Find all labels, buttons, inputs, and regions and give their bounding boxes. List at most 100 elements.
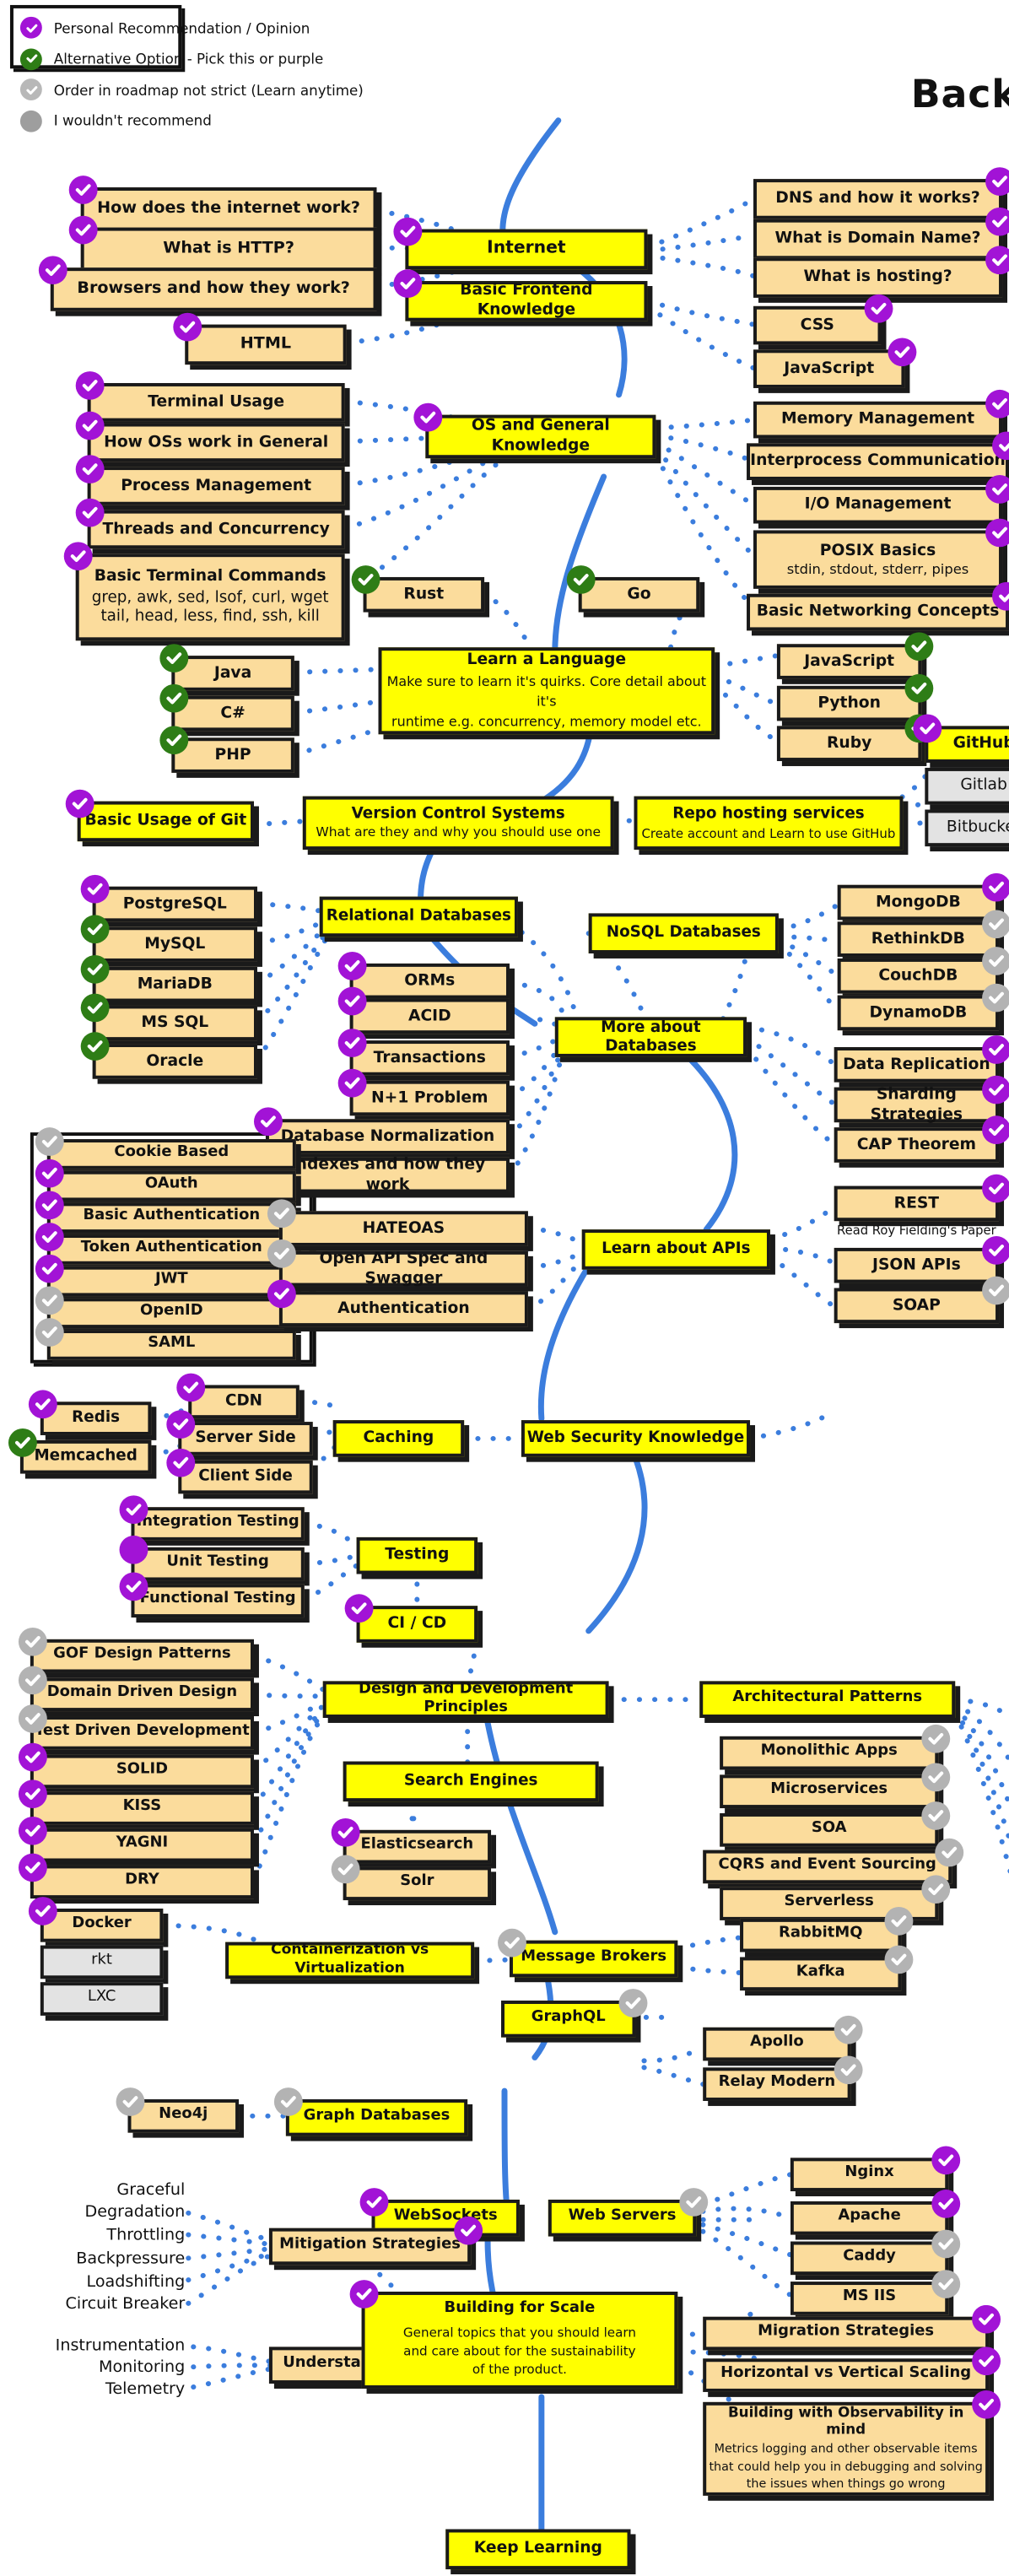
node-containerization[interactable]: Containerization vs Virtualization bbox=[225, 1941, 475, 1979]
node-java[interactable]: Java bbox=[159, 644, 294, 691]
node-github[interactable]: GitHub bbox=[913, 714, 1009, 764]
node-authentication[interactable]: Authentication bbox=[267, 1279, 528, 1327]
node-testing[interactable]: Testing bbox=[356, 1536, 478, 1574]
node-dynamodb[interactable]: DynamoDB bbox=[837, 983, 1009, 1031]
node-message-brokers[interactable]: Message Brokers bbox=[498, 1928, 678, 1978]
node-io-mgmt[interactable]: I/O Management bbox=[753, 475, 1009, 524]
node-arch-patterns[interactable]: Architectural Patterns bbox=[699, 1681, 956, 1718]
node-threads[interactable]: Threads and Concurrency bbox=[75, 498, 345, 549]
node-python[interactable]: Python bbox=[776, 673, 934, 721]
node-acid[interactable]: ACID bbox=[337, 986, 510, 1034]
node-sharding[interactable]: Sharding Strategies bbox=[834, 1075, 1009, 1123]
node-learn-language[interactable]: Learn a Language Make sure to learn it's… bbox=[378, 647, 715, 735]
node-indexes[interactable]: Indexes and how they work bbox=[253, 1145, 510, 1193]
node-kiss[interactable]: KISS bbox=[18, 1779, 254, 1825]
node-bitbucket[interactable]: Bitbucket bbox=[925, 809, 1009, 847]
node-mariadb[interactable]: MariaDB bbox=[80, 954, 257, 1002]
node-rkt[interactable]: rkt bbox=[40, 1945, 164, 1979]
node-apollo[interactable]: Apollo bbox=[703, 2015, 863, 2061]
node-token-auth[interactable]: Token Authentication bbox=[35, 1223, 296, 1265]
node-terminal-usage[interactable]: Terminal Usage bbox=[75, 371, 345, 422]
node-yagni[interactable]: YAGNI bbox=[18, 1816, 254, 1862]
node-functional-test[interactable]: Functional Testing bbox=[119, 1572, 305, 1618]
node-dns[interactable]: DNS and how it works? bbox=[753, 167, 1009, 219]
node-hosting[interactable]: What is hosting? bbox=[753, 246, 1009, 298]
node-nginx[interactable]: Nginx bbox=[790, 2146, 961, 2192]
node-css[interactable]: CSS bbox=[753, 294, 893, 345]
node-go[interactable]: Go bbox=[566, 565, 700, 613]
node-web-servers[interactable]: Web Servers bbox=[548, 2188, 709, 2237]
node-couchdb[interactable]: CouchDB bbox=[837, 947, 1009, 994]
node-data-replication[interactable]: Data Replication bbox=[834, 1035, 1009, 1083]
node-soap[interactable]: SOAP bbox=[834, 1276, 1009, 1324]
node-graphql[interactable]: GraphQL bbox=[501, 1989, 648, 2038]
node-n1-problem[interactable]: N+1 Problem bbox=[337, 1068, 510, 1116]
node-basic-frontend[interactable]: Basic Frontend Knowledge bbox=[393, 269, 648, 321]
node-cookie-based[interactable]: Cookie Based bbox=[35, 1127, 296, 1169]
node-solr[interactable]: Solr bbox=[331, 1855, 492, 1901]
node-browsers[interactable]: Browsers and how they work? bbox=[38, 256, 377, 311]
node-solid[interactable]: SOLID bbox=[18, 1742, 254, 1789]
node-what-http[interactable]: What is HTTP? bbox=[68, 215, 377, 272]
node-redis[interactable]: Redis bbox=[28, 1390, 152, 1435]
node-cqrs[interactable]: CQRS and Event Sourcing bbox=[703, 1838, 964, 1884]
node-ms-iis[interactable]: MS IIS bbox=[790, 2270, 961, 2315]
node-basic-git[interactable]: Basic Usage of Git bbox=[65, 789, 254, 842]
node-basic-terminal[interactable]: Basic Terminal Commands grep, awk, sed, … bbox=[63, 542, 345, 641]
node-php[interactable]: PHP bbox=[159, 726, 294, 773]
node-postgresql[interactable]: PostgreSQL bbox=[80, 874, 257, 922]
node-internet[interactable]: Internet bbox=[393, 217, 648, 270]
node-html[interactable]: HTML bbox=[173, 312, 347, 365]
node-horizontal-vert[interactable]: Horizontal vs Vertical Scaling bbox=[703, 2346, 1001, 2392]
node-migration[interactable]: Migration Strategies bbox=[703, 2304, 1001, 2351]
node-building-scale[interactable]: Building for Scale General topics that y… bbox=[349, 2280, 678, 2389]
node-client-side[interactable]: Client Side bbox=[166, 1448, 313, 1494]
node-saml[interactable]: SAML bbox=[35, 1318, 296, 1360]
node-oracle[interactable]: Oracle bbox=[80, 1032, 257, 1079]
node-posix[interactable]: POSIX Basics stdin, stdout, stderr, pipe… bbox=[753, 518, 1009, 589]
node-csharp[interactable]: C# bbox=[159, 683, 294, 732]
node-neo4j[interactable]: Neo4j bbox=[116, 2087, 240, 2133]
node-apache[interactable]: Apache bbox=[790, 2190, 961, 2235]
node-transactions[interactable]: Transactions bbox=[337, 1029, 510, 1076]
node-soa[interactable]: SOA bbox=[720, 1801, 951, 1847]
node-more-databases[interactable]: More about Databases bbox=[554, 1017, 747, 1057]
node-memory-mgmt[interactable]: Memory Management bbox=[753, 389, 1009, 439]
node-relay-modern[interactable]: Relay Modern bbox=[703, 2055, 863, 2101]
node-how-os-work[interactable]: How OSs work in General bbox=[75, 411, 345, 462]
node-web-security[interactable]: Web Security Knowledge bbox=[521, 1420, 751, 1457]
node-relational-db[interactable]: Relational Databases bbox=[319, 896, 518, 937]
node-gitlab[interactable]: Gitlab bbox=[925, 767, 1009, 805]
node-rust[interactable]: Rust bbox=[351, 565, 485, 613]
node-oauth[interactable]: OAuth bbox=[35, 1158, 296, 1202]
node-dry[interactable]: DRY bbox=[18, 1853, 254, 1899]
node-db-normalization[interactable]: Database Normalization bbox=[253, 1107, 510, 1154]
node-how-internet[interactable]: How does the internet work? bbox=[68, 176, 377, 231]
node-hateoas[interactable]: HATEOAS bbox=[267, 1199, 528, 1246]
node-integration-test[interactable]: Integration Testing bbox=[119, 1495, 305, 1541]
node-server-side[interactable]: Server Side bbox=[166, 1410, 313, 1455]
node-ddd[interactable]: Domain Driven Design bbox=[18, 1666, 254, 1712]
node-graph-databases[interactable]: Graph Databases bbox=[273, 2087, 468, 2136]
node-json-apis[interactable]: JSON APIs bbox=[834, 1236, 1009, 1283]
node-basic-networking[interactable]: Basic Networking Concepts bbox=[747, 581, 1009, 631]
node-caddy[interactable]: Caddy bbox=[790, 2229, 961, 2276]
node-docker[interactable]: Docker bbox=[28, 1897, 164, 1942]
node-javascript-lang[interactable]: JavaScript bbox=[776, 632, 934, 679]
node-ipc[interactable]: Interprocess Communication bbox=[747, 431, 1009, 480]
node-design-principles[interactable]: Design and Development Principles bbox=[322, 1681, 609, 1718]
node-cap-theorem[interactable]: CAP Theorem bbox=[834, 1115, 1009, 1163]
node-elasticsearch[interactable]: Elasticsearch bbox=[331, 1817, 492, 1864]
node-cdn[interactable]: CDN bbox=[176, 1373, 299, 1419]
node-repo-hosting[interactable]: Repo hosting services Create account and… bbox=[634, 796, 904, 851]
node-mitigation[interactable]: Mitigation Strategies bbox=[268, 2216, 483, 2265]
node-observability[interactable]: Building with Observability in mind Metr… bbox=[703, 2390, 1001, 2496]
node-monolithic[interactable]: Monolithic Apps bbox=[720, 1724, 951, 1770]
node-tdd[interactable]: Test Driven Development bbox=[18, 1704, 254, 1750]
node-jwt[interactable]: JWT bbox=[35, 1254, 296, 1297]
node-learn-apis[interactable]: Learn about APIs bbox=[581, 1229, 770, 1270]
node-rest[interactable]: REST bbox=[834, 1174, 1009, 1222]
node-mysql[interactable]: MySQL bbox=[80, 915, 257, 962]
node-kafka[interactable]: Kafka bbox=[740, 1945, 914, 1991]
node-ci-cd[interactable]: CI / CD bbox=[344, 1594, 478, 1643]
